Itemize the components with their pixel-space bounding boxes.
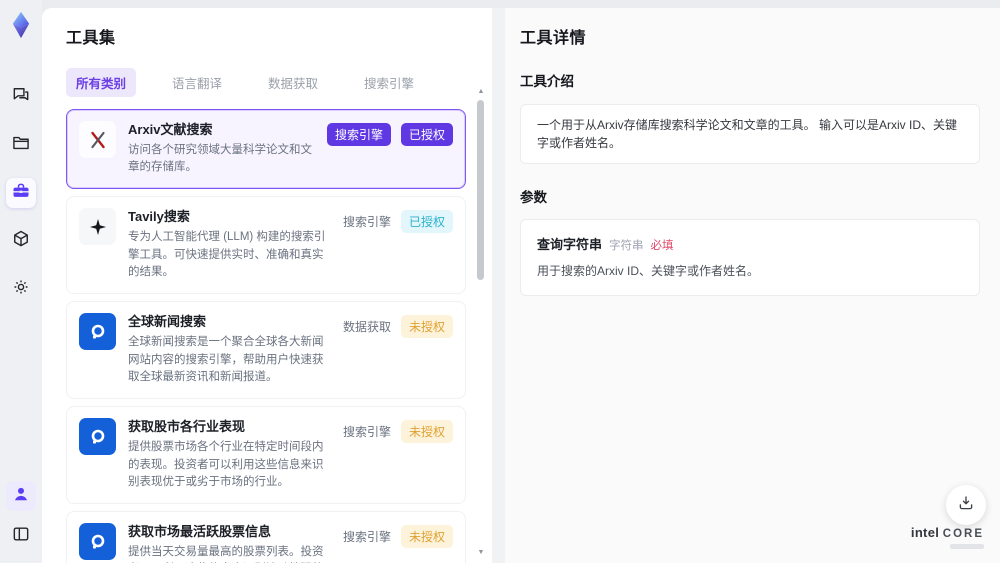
category-badge: 搜索引擎 — [326, 123, 391, 146]
toolbox-icon — [11, 181, 31, 206]
sector-performance-icon — [79, 418, 116, 456]
category-label: 搜索引擎 — [342, 530, 391, 545]
tool-name: Arxiv文献搜索 — [128, 122, 213, 137]
scroll-down-arrow[interactable]: ▼ — [476, 549, 486, 557]
tavily-star-icon — [79, 208, 116, 246]
app-window: 工具集 所有类别 语言翻译 数据获取 搜索引擎 Arxiv文献搜索 访问各个研究… — [0, 0, 1000, 563]
left-sidebar — [0, 0, 42, 563]
tool-detail-panel: 工具详情 工具介绍 一个用于从Arxiv存储库搜索科学论文和文章的工具。 输入可… — [505, 8, 1000, 563]
page-title: 工具集 — [66, 30, 116, 47]
gear-icon — [11, 277, 31, 302]
tool-name: 全球新闻搜索 — [128, 314, 207, 330]
tab-data-fetch[interactable]: 数据获取 — [258, 68, 328, 97]
tool-desc: 访问各个研究领域大量科学论文和文章的存储库。 — [128, 143, 312, 174]
app-logo — [6, 10, 36, 40]
param-card: 查询字符串 字符串 必填 用于搜索的Arxiv ID、关键字或作者姓名。 — [520, 219, 980, 296]
sidebar-item-chat[interactable] — [6, 82, 36, 112]
auth-badge: 已授权 — [400, 210, 453, 234]
tool-card-global-news[interactable]: 全球新闻搜索 全球新闻搜索是一个聚合全球各大新闻网站内容的搜索引擎，帮助用户快速… — [66, 301, 466, 400]
tool-desc: 全球新闻搜索是一个聚合全球各大新闻网站内容的搜索引擎，帮助用户快速获取全球最新资… — [128, 335, 324, 384]
tool-name: 获取股市各行业表现 — [128, 419, 246, 435]
tool-card-arxiv[interactable]: Arxiv文献搜索 访问各个研究领域大量科学论文和文章的存储库。 搜索引擎 已授… — [66, 109, 466, 190]
category-label: 搜索引擎 — [342, 425, 391, 440]
cube-icon — [11, 229, 31, 254]
category-label: 数据获取 — [342, 320, 391, 335]
sidebar-item-tools[interactable] — [6, 178, 36, 208]
param-name: 查询字符串 — [537, 237, 603, 252]
auth-badge: 未授权 — [400, 420, 453, 444]
global-news-icon — [79, 313, 116, 351]
tab-all-categories[interactable]: 所有类别 — [66, 68, 137, 97]
intel-core-logo: intel core — [911, 524, 984, 549]
auth-badge: 未授权 — [400, 315, 453, 339]
tool-card-active-stocks[interactable]: 获取市场最活跃股票信息 提供当天交易量最高的股票列表。投资者可以利用这些信息来识… — [66, 511, 466, 563]
sidebar-item-collapse[interactable] — [6, 521, 36, 551]
folder-icon — [11, 133, 31, 158]
auth-badge: 已授权 — [400, 123, 453, 146]
brand-intel-text: intel — [910, 525, 940, 540]
tool-card-sector-performance[interactable]: 获取股市各行业表现 提供股票市场各个行业在特定时间段内的表现。投资者可以利用这些… — [66, 406, 466, 505]
tool-name: Tavily搜索 — [128, 209, 190, 225]
tool-name: 获取市场最活跃股票信息 — [128, 524, 272, 540]
tool-list: Arxiv文献搜索 访问各个研究领域大量科学论文和文章的存储库。 搜索引擎 已授… — [66, 109, 492, 563]
sidebar-item-packages[interactable] — [6, 226, 36, 256]
intro-heading: 工具介绍 — [520, 74, 574, 89]
active-stocks-icon — [79, 523, 116, 561]
sidebar-item-files[interactable] — [6, 130, 36, 160]
scroll-up-arrow[interactable]: ▲ — [476, 88, 486, 96]
tab-search-engine[interactable]: 搜索引擎 — [354, 68, 424, 97]
sidebar-item-settings[interactable] — [6, 274, 36, 304]
intro-box: 一个用于从Arxiv存储库搜索科学论文和文章的工具。 输入可以是Arxiv ID… — [520, 104, 980, 164]
tool-desc: 专为人工智能代理 (LLM) 构建的搜索引擎工具。可快速提供实时、准确和真实的结… — [128, 230, 326, 279]
scrollbar-thumb[interactable] — [477, 100, 484, 280]
user-icon — [11, 484, 31, 509]
params-heading: 参数 — [520, 190, 547, 205]
brand-subline — [950, 544, 984, 549]
tool-desc: 提供当天交易量最高的股票列表。投资者可以利用这些信息来识别流动性强的股票和潜在的… — [128, 545, 324, 558]
param-required-flag: 必填 — [650, 240, 674, 252]
category-label: 搜索引擎 — [342, 215, 391, 230]
download-icon — [957, 494, 975, 517]
auth-badge: 未授权 — [400, 525, 453, 549]
download-button[interactable] — [946, 485, 986, 525]
arxiv-icon — [79, 121, 116, 158]
param-type: 字符串 — [609, 240, 644, 252]
tools-panel: 工具集 所有类别 语言翻译 数据获取 搜索引擎 Arxiv文献搜索 访问各个研究… — [42, 8, 492, 563]
tool-desc: 提供股票市场各个行业在特定时间段内的表现。投资者可以利用这些信息来识别表现优于或… — [128, 440, 324, 489]
tab-language-translation[interactable]: 语言翻译 — [162, 68, 232, 97]
sidebar-item-account[interactable] — [6, 481, 36, 511]
tool-card-tavily[interactable]: Tavily搜索 专为人工智能代理 (LLM) 构建的搜索引擎工具。可快速提供实… — [66, 196, 466, 295]
chat-icon — [11, 85, 31, 110]
detail-title: 工具详情 — [520, 30, 587, 47]
panel-toggle-icon — [11, 524, 31, 549]
brand-core-text: core — [942, 528, 984, 540]
main-content: 工具集 所有类别 语言翻译 数据获取 搜索引擎 Arxiv文献搜索 访问各个研究… — [42, 8, 1000, 563]
category-tabs: 所有类别 语言翻译 数据获取 搜索引擎 — [66, 68, 492, 97]
param-desc: 用于搜索的Arxiv ID、关键字或作者姓名。 — [537, 264, 760, 278]
list-scrollbar[interactable]: ▲ ▼ — [476, 88, 486, 557]
panel-divider — [492, 8, 505, 563]
